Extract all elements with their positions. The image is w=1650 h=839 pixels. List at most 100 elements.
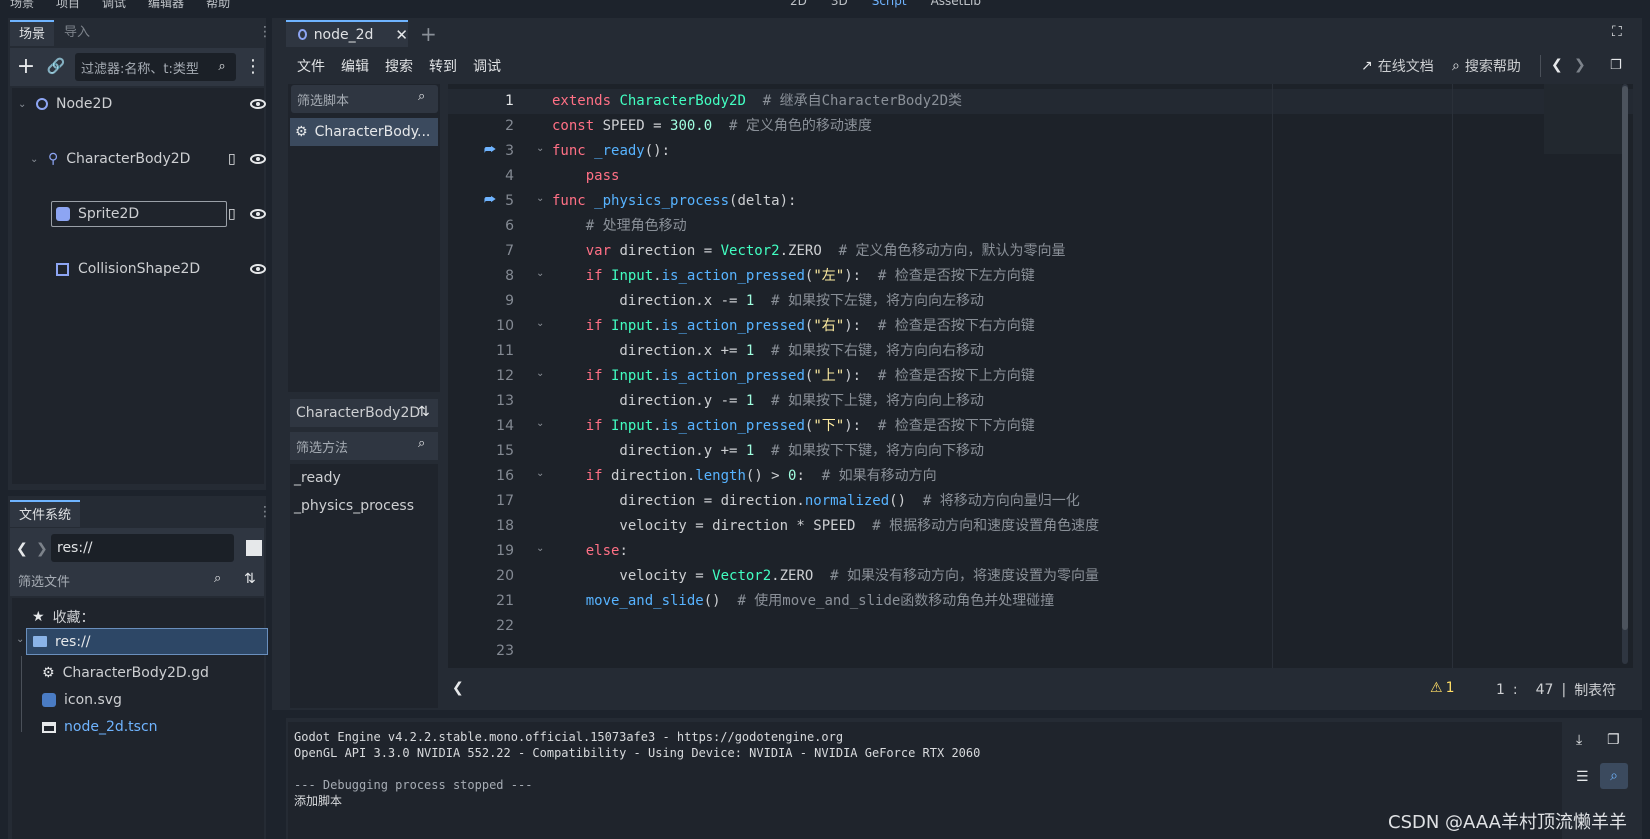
tab-filesystem[interactable]: 文件系统 [10, 500, 81, 527]
tab-import[interactable]: 导入 [54, 20, 100, 46]
code-token: move_and_slide [585, 593, 704, 609]
code-token: if [585, 268, 612, 284]
code-token: if [585, 468, 612, 484]
menu-edit[interactable]: 编辑 [341, 56, 369, 76]
history-back-icon[interactable]: ❮ [1551, 57, 1563, 73]
file-item-label: CharacterBody2D.gd [62, 665, 209, 681]
favorites-row[interactable]: ★ 收藏： [32, 605, 95, 629]
menu-project[interactable]: 项目 [56, 0, 80, 10]
menu-scene[interactable]: 场景 [10, 0, 34, 10]
menu-editor[interactable]: 编辑器 [148, 0, 184, 10]
search-icon[interactable]: ⌕ [418, 89, 425, 104]
add-tab-icon[interactable]: + [420, 22, 437, 46]
forward-arrow-icon[interactable]: ❯ [36, 541, 48, 557]
make-floating-icon[interactable]: ❐ [1610, 58, 1622, 73]
fold-chevron-icon[interactable]: ⌄ [536, 143, 544, 154]
back-arrow-icon[interactable]: ❮ [16, 541, 28, 557]
copy-icon[interactable]: ❐ [1607, 732, 1620, 748]
fold-chevron-icon[interactable]: ⌄ [536, 543, 544, 554]
collapse-icon[interactable]: ☰ [1576, 769, 1589, 785]
menu-file[interactable]: 文件 [297, 56, 325, 76]
fold-chevron-icon[interactable]: ⌄ [536, 368, 544, 379]
path-input[interactable]: res:// [51, 534, 234, 562]
scene-more-icon[interactable]: ⋮ [244, 56, 262, 77]
scrollbar-thumb[interactable] [1622, 86, 1628, 630]
visibility-eye-icon[interactable] [250, 264, 266, 274]
code-token: # 如果按下下键，将方向向下移动 [754, 443, 985, 459]
search-icon[interactable]: ⌕ [214, 571, 221, 586]
script-icon[interactable]: ▯ [228, 151, 236, 167]
code-token: SPEED = [602, 118, 671, 134]
method-item[interactable]: _physics_process [294, 498, 414, 514]
tree-node-node2d[interactable]: ⌄ Node2D [14, 90, 266, 118]
file-item-tscn[interactable]: node_2d.tscn [42, 715, 158, 739]
search-help-button[interactable]: ⌕ 搜索帮助 [1452, 56, 1521, 76]
chevron-down-icon[interactable]: ⌄ [30, 154, 44, 165]
sort-icon[interactable]: ⇅ [418, 404, 430, 420]
instantiate-scene-icon[interactable]: 🔗 [46, 56, 66, 76]
scene-tab-node2d[interactable]: node_2d ✕ [286, 20, 408, 47]
indent-mode[interactable]: 制表符 [1574, 680, 1616, 700]
toggle-scripts-panel-icon[interactable]: ❮ [452, 680, 464, 696]
tab-2d[interactable]: 2D [790, 0, 807, 8]
dock-menu-icon[interactable]: ⋮ [258, 504, 272, 520]
filter-search-icon[interactable]: ⌕ [1600, 763, 1628, 789]
history-forward-icon[interactable]: ❯ [1574, 57, 1586, 73]
code-token: direction.x += [552, 343, 746, 359]
script-icon[interactable]: ▯ [228, 206, 236, 222]
warnings-indicator[interactable]: ⚠ 1 [1430, 680, 1454, 696]
tab-3d[interactable]: 3D [831, 0, 848, 8]
visibility-eye-icon[interactable] [250, 154, 266, 164]
line-number: 1 [505, 93, 514, 109]
tab-script[interactable]: Script [872, 0, 907, 8]
method-item[interactable]: _ready [294, 470, 341, 486]
scroll-lock-icon[interactable]: ⤓ [1576, 732, 1582, 748]
fold-chevron-icon[interactable]: ⌄ [536, 193, 544, 204]
visibility-eye-icon[interactable] [250, 99, 266, 109]
search-icon[interactable]: ⌕ [418, 436, 425, 451]
tab-assetlib[interactable]: AssetLib [931, 0, 981, 8]
sort-icon[interactable]: ⇅ [244, 571, 256, 587]
tree-node-collisionshape2d[interactable]: CollisionShape2D [14, 255, 266, 283]
file-item-svg[interactable]: icon.svg [42, 688, 122, 712]
override-icon[interactable]: ⮫ [484, 193, 496, 208]
code-line: if direction.length() > 0: # 如果有移动方向 [552, 464, 937, 489]
line-number: 18 [496, 518, 514, 534]
toggle-split-icon[interactable] [246, 540, 262, 556]
script-list-item[interactable]: ⚙ CharacterBody... [290, 118, 438, 146]
code-token: ): [844, 268, 862, 284]
online-docs-button[interactable]: ↗ 在线文档 [1361, 56, 1434, 76]
scene-filter-input[interactable]: 过滤器:名称、t:类型 [75, 53, 236, 81]
tree-node-sprite2d[interactable]: Sprite2D ▯ [14, 200, 266, 228]
tab-scene[interactable]: 场景 [10, 20, 55, 46]
menu-goto[interactable]: 转到 [429, 56, 457, 76]
menu-help[interactable]: 帮助 [206, 0, 230, 10]
visibility-eye-icon[interactable] [250, 209, 266, 219]
fold-chevron-icon[interactable]: ⌄ [536, 418, 544, 429]
chevron-down-icon[interactable]: ⌄ [18, 99, 32, 110]
fold-chevron-icon[interactable]: ⌄ [536, 318, 544, 329]
close-icon[interactable]: ✕ [395, 26, 408, 44]
fold-chevron-icon[interactable]: ⌄ [536, 468, 544, 479]
minimap[interactable] [1544, 84, 1622, 154]
current-class-text: CharacterBody2D [296, 405, 421, 421]
filter-methods-input[interactable]: 筛选方法 [290, 432, 438, 460]
dock-menu-icon[interactable]: ⋮ [258, 24, 272, 40]
code-line: else: [552, 539, 628, 564]
file-filter-input[interactable]: 筛选文件 [12, 567, 236, 594]
add-node-icon[interactable]: + [16, 54, 36, 79]
filter-scripts-input[interactable]: 筛选脚本 [291, 85, 438, 113]
search-icon[interactable]: ⌕ [213, 57, 231, 75]
menu-search[interactable]: 搜索 [385, 56, 413, 76]
file-item-gd[interactable]: ⚙ CharacterBody2D.gd [42, 661, 209, 685]
chevron-down-icon[interactable]: ⌄ [16, 634, 24, 645]
line-number: 17 [496, 493, 514, 509]
override-icon[interactable]: ⮫ [484, 143, 496, 158]
tree-node-characterbody2d[interactable]: ⌄ ⚲ CharacterBody2D ▯ [14, 145, 266, 173]
file-item-res[interactable]: res:// [26, 628, 268, 655]
fold-chevron-icon[interactable]: ⌄ [536, 268, 544, 279]
distraction-free-icon[interactable]: ⛶ [1612, 24, 1622, 40]
menu-debug[interactable]: 调试 [102, 0, 126, 10]
menu-debug[interactable]: 调试 [473, 56, 501, 76]
